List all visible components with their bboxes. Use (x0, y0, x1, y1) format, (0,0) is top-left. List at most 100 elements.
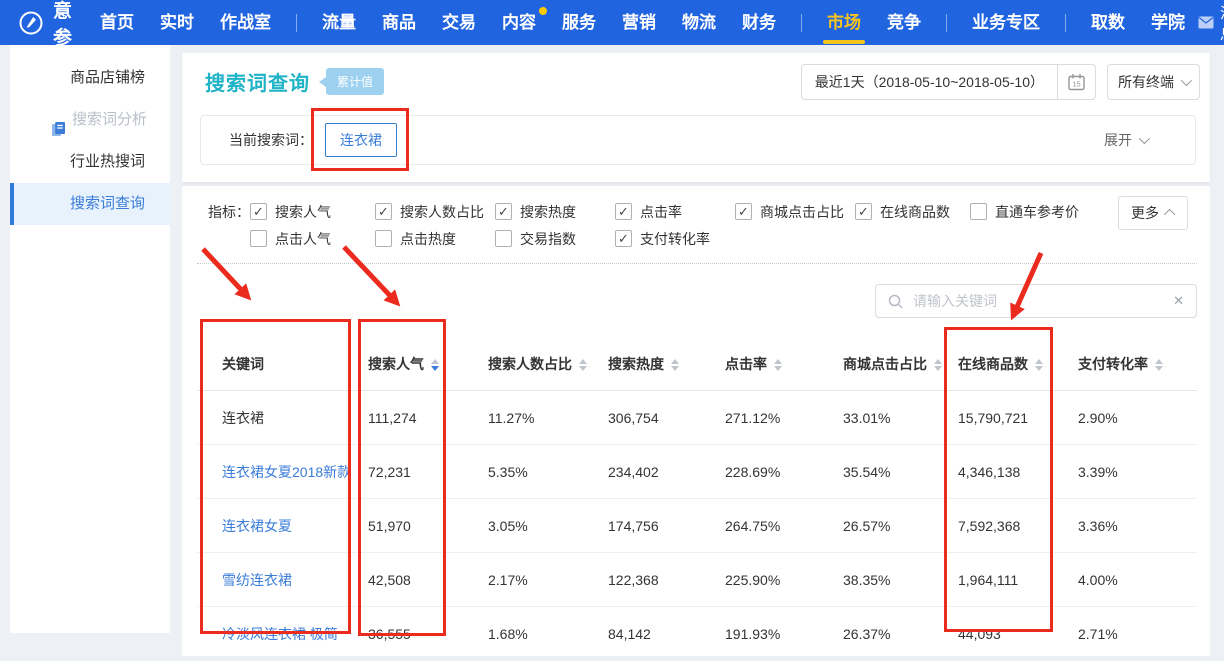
nav-item-home[interactable]: 首页 (87, 0, 147, 45)
nav-item-realtime[interactable]: 实时 (147, 0, 207, 45)
nav-item-label: 实时 (160, 13, 194, 32)
sort-icon[interactable] (1155, 359, 1163, 371)
sidebar-item-search-word-analysis[interactable]: 搜索词分析 (10, 99, 170, 141)
column-header-label: 商城点击占比 (843, 356, 927, 372)
current-word-label: 当前搜索词： (229, 130, 313, 150)
metric-cell-click-rate: 228.69% (725, 445, 843, 499)
nav-item-label: 交易 (442, 13, 476, 32)
more-button[interactable]: 更多 (1118, 196, 1188, 230)
nav-item-label: 流量 (322, 13, 356, 32)
sort-up-arrow (774, 359, 782, 364)
column-header-keyword: 关键词 (197, 337, 368, 391)
metric-cell-search-user-ratio: 2.17% (488, 553, 608, 607)
nav-item-data-extract[interactable]: 取数 (1078, 0, 1138, 45)
metric-cell-search-popularity: 42,508 (368, 553, 488, 607)
column-header-search-heat[interactable]: 搜索热度 (608, 337, 725, 391)
keyword-search-input[interactable] (911, 292, 1173, 310)
sort-icon[interactable] (934, 359, 942, 371)
nav-item-service[interactable]: 服务 (549, 0, 609, 45)
date-range-picker[interactable]: 最近1天（2018-05-10~2018-05-10） 15 (801, 64, 1096, 100)
keyword-search-box: ✕ (875, 284, 1197, 318)
sort-icon[interactable] (1035, 359, 1043, 371)
checkbox-unchecked-icon (495, 230, 512, 247)
terminal-select[interactable]: 所有终端 (1107, 64, 1200, 100)
sort-icon[interactable] (671, 359, 679, 371)
metric-cell-search-user-ratio: 3.05% (488, 499, 608, 553)
sort-icon[interactable] (579, 359, 587, 371)
sort-icon[interactable] (431, 359, 439, 371)
metric-checkbox-trade-index[interactable]: 交易指数 (495, 229, 615, 249)
nav-item-market[interactable]: 市场 (814, 0, 874, 45)
metric-checkbox-click-heat[interactable]: 点击热度 (375, 229, 495, 249)
sort-down-arrow (671, 366, 679, 371)
metric-cell-click-rate: 225.90% (725, 553, 843, 607)
nav-item-logistics[interactable]: 物流 (669, 0, 729, 45)
nav-item-business-zone[interactable]: 业务专区 (959, 0, 1053, 45)
page-title: 搜索词查询 (205, 67, 310, 96)
metric-checkbox-search-popularity[interactable]: ✓搜索人气 (250, 202, 375, 222)
metric-checkbox-mall-click-ratio[interactable]: ✓商城点击占比 (735, 202, 855, 222)
app-logo[interactable]: 生意参谋 (0, 0, 73, 77)
nav-item-marketing[interactable]: 营销 (609, 0, 669, 45)
nav-item-academy[interactable]: 学院 (1138, 0, 1198, 45)
metric-checkbox-ztc-reference-price[interactable]: 直通车参考价 (970, 202, 1120, 222)
date-range-label: 最近1天（2018-05-10~2018-05-10） (802, 72, 1057, 92)
metric-checkbox-payment-conversion[interactable]: ✓支付转化率 (615, 229, 735, 249)
expand-button[interactable]: 展开 (1104, 130, 1147, 150)
nav-item-finance[interactable]: 财务 (729, 0, 789, 45)
messages-button[interactable]: 消息 (1198, 2, 1224, 44)
keyword-cell[interactable]: 冷淡风连衣裙 极简 (197, 607, 368, 661)
nav-item-label: 市场 (827, 13, 861, 32)
calendar-icon[interactable]: 15 (1057, 65, 1095, 99)
column-header-payment-conversion[interactable]: 支付转化率 (1078, 337, 1197, 391)
table-row: 连衣裙女夏2018新款72,2315.35%234,402228.69%35.5… (197, 445, 1197, 499)
column-header-search-user-ratio[interactable]: 搜索人数占比 (488, 337, 608, 391)
nav-item-content[interactable]: 内容 (489, 0, 549, 45)
nav-item-label: 内容 (502, 13, 536, 32)
metric-cell-payment-conversion: 3.39% (1078, 445, 1197, 499)
column-header-search-popularity[interactable]: 搜索人气 (368, 337, 488, 391)
table-row: 连衣裙女夏51,9703.05%174,756264.75%26.57%7,59… (197, 499, 1197, 553)
metric-checkbox-search-user-ratio[interactable]: ✓搜索人数占比 (375, 202, 495, 222)
metric-checkbox-search-heat[interactable]: ✓搜索热度 (495, 202, 615, 222)
nav-divider (946, 14, 947, 32)
sort-up-arrow (1035, 359, 1043, 364)
column-header-online-products[interactable]: 在线商品数 (958, 337, 1078, 391)
nav-item-competition[interactable]: 竞争 (874, 0, 934, 45)
calendar-day-text: 15 (1072, 80, 1080, 89)
clear-icon[interactable]: ✕ (1173, 293, 1184, 309)
metric-checkbox-online-products[interactable]: ✓在线商品数 (855, 202, 970, 222)
metric-label: 支付转化率 (640, 229, 710, 249)
metric-label: 搜索热度 (520, 202, 576, 222)
nav-item-label: 业务专区 (972, 13, 1040, 32)
sort-up-arrow (671, 359, 679, 364)
keyword-cell[interactable]: 连衣裙女夏2018新款 (197, 445, 368, 499)
metric-label: 交易指数 (520, 229, 576, 249)
column-header-click-rate[interactable]: 点击率 (725, 337, 843, 391)
sidebar-item-industry-hot-words[interactable]: 行业热搜词 (10, 141, 170, 183)
checkbox-checked-icon: ✓ (375, 203, 392, 220)
metric-cell-search-heat: 234,402 (608, 445, 725, 499)
nav-item-product[interactable]: 商品 (369, 0, 429, 45)
nav-item-traffic[interactable]: 流量 (309, 0, 369, 45)
nav-item-label: 商品 (382, 13, 416, 32)
metric-checkbox-click-rate[interactable]: ✓点击率 (615, 202, 735, 222)
keyword-cell[interactable]: 连衣裙女夏 (197, 499, 368, 553)
metric-cell-mall-click-ratio: 33.01% (843, 391, 958, 445)
column-header-mall-click-ratio[interactable]: 商城点击占比 (843, 337, 958, 391)
metric-cell-online-products: 15,790,721 (958, 391, 1078, 445)
search-icon (888, 294, 903, 309)
sidebar-item-label: 搜索词查询 (70, 195, 145, 212)
nav-item-war-room[interactable]: 作战室 (207, 0, 284, 45)
nav-item-trade[interactable]: 交易 (429, 0, 489, 45)
sidebar-item-search-word-query[interactable]: 搜索词查询 (10, 183, 170, 225)
column-header-label: 搜索人数占比 (488, 356, 572, 372)
metric-label: 搜索人气 (275, 202, 331, 222)
current-word-tag[interactable]: 连衣裙 (325, 123, 397, 157)
keyword-cell[interactable]: 雪纺连衣裙 (197, 553, 368, 607)
expand-label: 展开 (1104, 130, 1132, 150)
metric-checkbox-click-popularity[interactable]: 点击人气 (250, 229, 375, 249)
metric-label: 点击热度 (400, 229, 456, 249)
sort-icon[interactable] (774, 359, 782, 371)
nav-item-label: 物流 (682, 13, 716, 32)
